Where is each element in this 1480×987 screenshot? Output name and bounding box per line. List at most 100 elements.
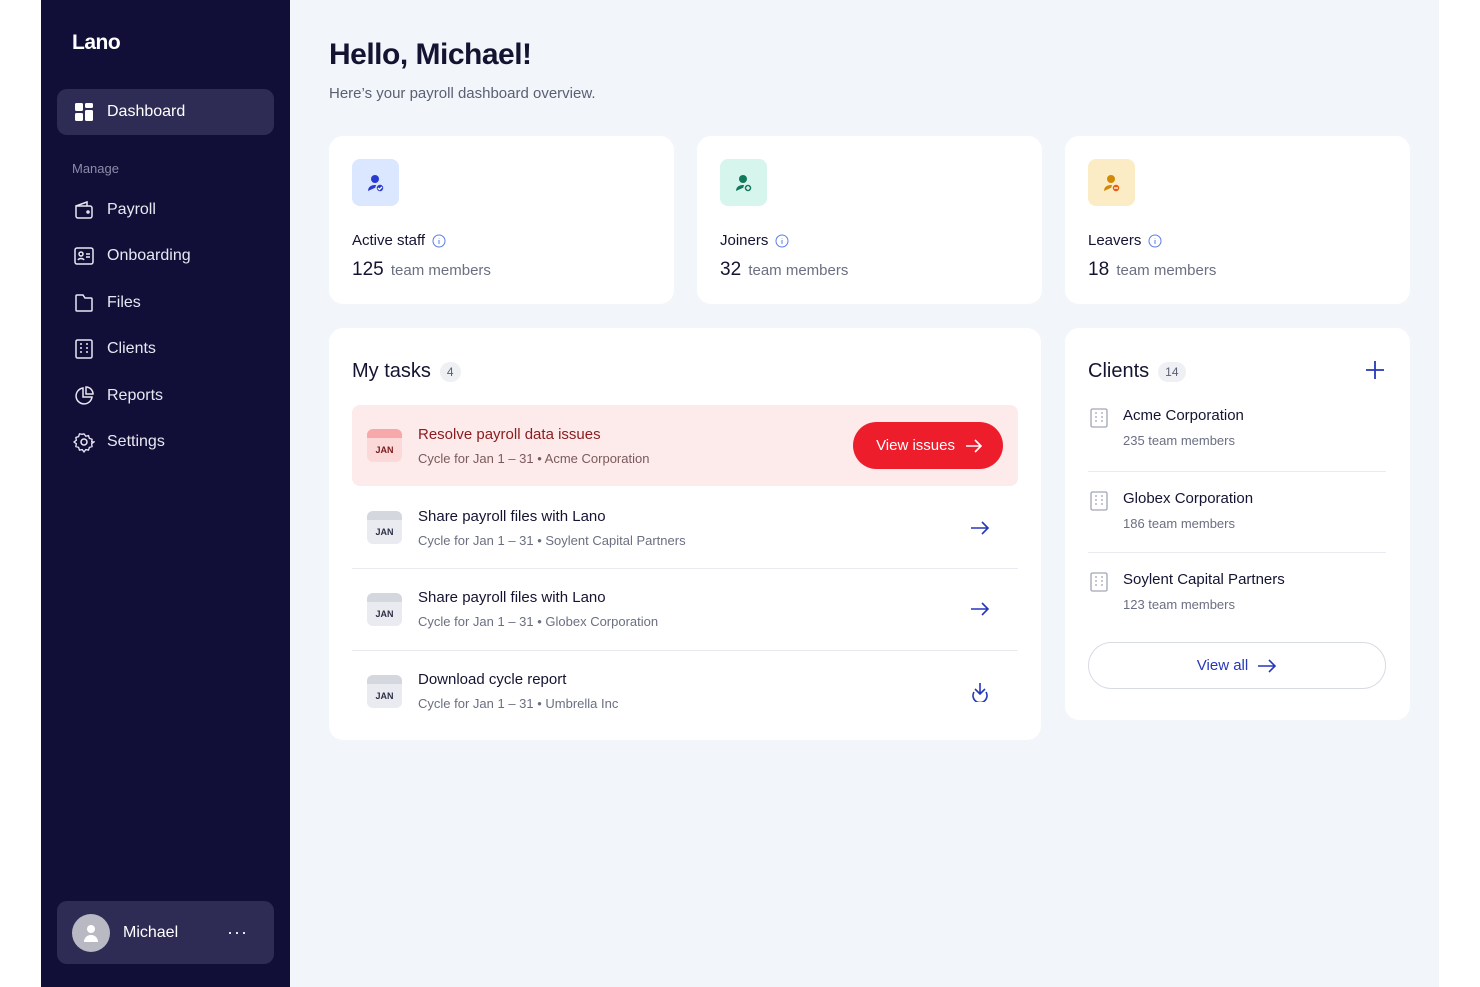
task-row-alert[interactable]: JAN Resolve payroll data issues Cycle fo… [352,405,1018,486]
stat-label-text: Joiners [720,232,769,249]
nav-payroll-label: Payroll [107,201,156,218]
calendar-month: JAN [375,608,394,619]
info-icon[interactable] [1148,234,1162,248]
task-subtitle: Cycle for Jan 1 – 31 • Acme Corporation [418,450,650,466]
arrow-right-icon[interactable] [968,516,992,540]
task-title: Share payroll files with Lano [418,589,606,606]
info-icon[interactable] [775,234,789,248]
client-members: 235 team members [1123,433,1235,448]
calendar-month: JAN [375,445,394,455]
stat-value: 18 team members [1088,259,1216,281]
page-subtitle: Here’s your payroll dashboard overview. [329,85,596,102]
tasks-title: My tasks 4 [352,360,461,383]
stat-card-leavers: Leavers 18 team members [1065,136,1410,304]
task-text: Download cycle report Cycle for Jan 1 – … [418,671,968,711]
tasks-title-text: My tasks [352,360,431,382]
task-text: Share payroll files with Lano Cycle for … [418,508,968,548]
nav-reports[interactable]: Reports [57,373,274,419]
calendar-month: JAN [375,690,394,701]
lano-logo: Lano [72,31,121,54]
stat-value: 125 team members [352,259,491,281]
my-tasks-card: My tasks 4 JAN Resolve payroll data issu… [329,328,1041,740]
task-text: Share payroll files with Lano Cycle for … [418,589,968,629]
stat-number: 18 [1088,259,1110,280]
wallet-icon [73,199,95,221]
gear-icon [73,431,95,453]
main-content: Hello, Michael! Here’s your payroll dash… [290,0,1439,987]
more-options-icon[interactable]: ··· [227,922,248,943]
client-name: Acme Corporation [1123,407,1244,424]
stat-label: Joiners [720,232,789,249]
client-text: Soylent Capital Partners 123 team member… [1123,571,1285,633]
view-issues-label: View issues [876,437,955,454]
nav-clients-label: Clients [107,340,156,357]
nav-onboarding-label: Onboarding [107,247,191,264]
task-row[interactable]: JAN Share payroll files with Lano Cycle … [352,487,1018,568]
user-name: Michael [123,923,179,941]
task-subtitle: Cycle for Jan 1 – 31 • Soylent Capital P… [418,532,686,548]
info-icon[interactable] [432,234,446,248]
calendar-month: JAN [375,527,394,537]
arrow-right-icon[interactable] [968,597,992,621]
stat-label-text: Leavers [1088,232,1142,249]
calendar-icon: JAN [367,592,402,626]
stat-label: Leavers [1088,232,1162,249]
nav-payroll[interactable]: Payroll [57,187,274,233]
nav-dashboard[interactable]: Dashboard [57,89,274,135]
user-profile[interactable]: Michael ··· [57,901,274,964]
task-subtitle: Cycle for Jan 1 – 31 • Umbrella Inc [418,696,619,711]
building-icon [1090,408,1108,428]
grid-icon [73,101,95,123]
clients-count-badge: 14 [1158,361,1186,382]
task-text: Resolve payroll data issues Cycle for Ja… [418,426,853,466]
arrow-right-icon [1258,658,1277,673]
user-minus-icon [1088,159,1135,206]
calendar-icon: JAN [367,429,402,462]
nav-files-label: Files [107,294,141,311]
folder-icon [73,292,95,314]
app-window: Lano Dashboard Manage Payroll Onboarding… [41,0,1439,987]
view-issues-button[interactable]: View issues [853,422,1003,469]
client-text: Globex Corporation 186 team members [1123,490,1253,552]
stat-card-active-staff: Active staff 125 team members [329,136,674,304]
nav-settings[interactable]: Settings [57,419,274,465]
tasks-count-badge: 4 [439,361,461,382]
user-plus-icon [720,159,767,206]
arrow-right-icon [966,438,983,453]
add-client-plus-icon[interactable] [1364,359,1386,381]
client-item[interactable]: Soylent Capital Partners 123 team member… [1088,552,1386,633]
stat-unit: team members [1116,262,1217,279]
task-title: Share payroll files with Lano [418,507,606,525]
id-card-icon [73,245,95,267]
clients-card: Clients 14 Acme Corporation 235 team mem… [1065,328,1410,720]
nav-clients[interactable]: Clients [57,326,274,372]
user-check-icon [352,159,399,206]
pie-chart-icon [73,385,95,407]
building-icon [1090,572,1108,592]
stat-label: Active staff [352,232,446,249]
page-title: Hello, Michael! [329,38,532,71]
client-name: Globex Corporation [1123,490,1254,507]
manage-section-label: Manage [72,161,119,176]
building-icon [73,338,95,360]
clients-title: Clients 14 [1088,360,1186,383]
sidebar: Lano Dashboard Manage Payroll Onboarding… [41,0,290,987]
building-icon [1090,491,1108,511]
stat-number: 32 [720,259,742,280]
client-item[interactable]: Globex Corporation 186 team members [1088,471,1386,552]
task-subtitle: Cycle for Jan 1 – 31 • Globex Corporatio… [418,614,659,629]
client-members: 123 team members [1123,597,1235,612]
task-title: Download cycle report [418,671,567,688]
task-row[interactable]: JAN Download cycle report Cycle for Jan … [352,650,1018,731]
calendar-icon: JAN [367,511,402,544]
stat-number: 125 [352,259,384,280]
task-row[interactable]: JAN Share payroll files with Lano Cycle … [352,568,1018,649]
avatar [72,913,110,952]
download-icon[interactable] [968,679,992,703]
nav-files[interactable]: Files [57,280,274,326]
nav-onboarding[interactable]: Onboarding [57,233,274,279]
view-all-button[interactable]: View all [1088,642,1386,689]
client-name: Soylent Capital Partners [1123,571,1285,588]
stat-card-joiners: Joiners 32 team members [697,136,1042,304]
stat-value: 32 team members [720,259,848,281]
